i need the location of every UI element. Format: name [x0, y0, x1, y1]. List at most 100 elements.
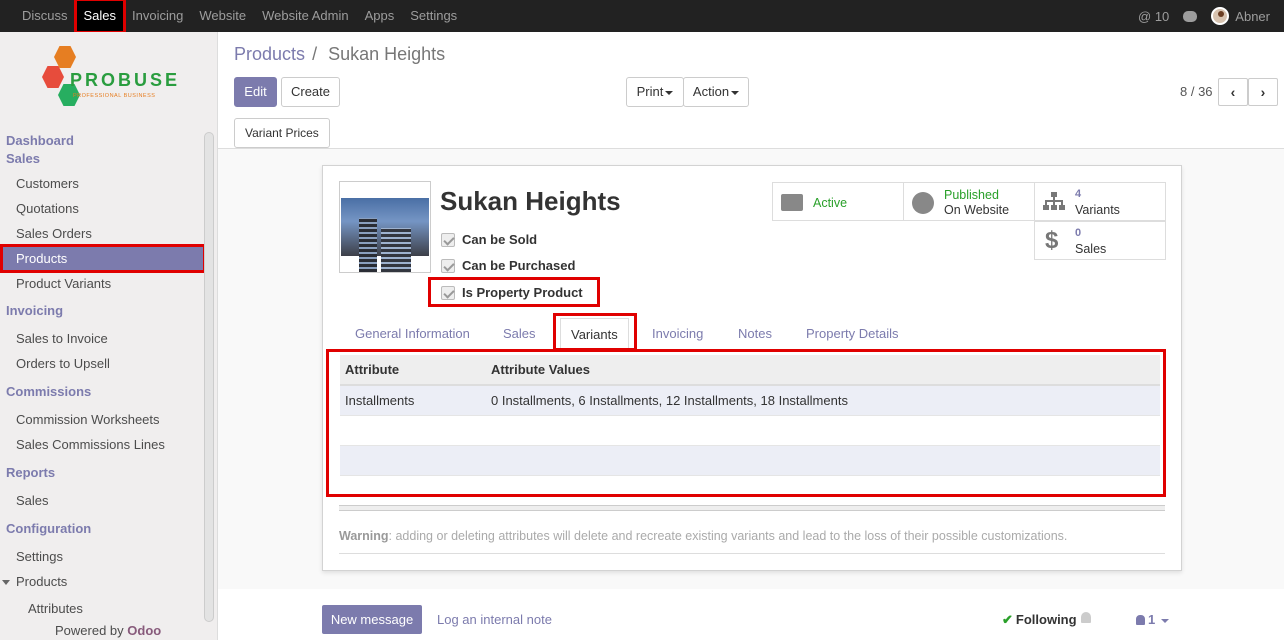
create-button[interactable]: Create — [281, 77, 340, 107]
tab-invoicing[interactable]: Invoicing — [652, 318, 703, 350]
tab-general-information[interactable]: General Information — [355, 318, 470, 350]
table-footer-divider — [339, 505, 1165, 511]
menu-sales[interactable]: Sales — [73, 0, 127, 34]
highlight-variants-tab — [553, 313, 637, 351]
warning-text: : adding or deleting attributes will del… — [388, 529, 1068, 543]
new-message-button[interactable]: New message — [322, 605, 422, 634]
sales-smart-button[interactable]: $ 0 Sales — [1034, 221, 1166, 260]
sidebar-item-products[interactable]: Products — [0, 244, 206, 273]
sidebar-item-label: Products — [16, 574, 68, 589]
systray: @ 10 Abner — [1138, 0, 1284, 32]
can-be-purchased-checkbox[interactable]: Can be Purchased — [441, 258, 575, 273]
action-label: Action — [692, 84, 730, 99]
following-button[interactable]: ✔ Following — [1002, 612, 1077, 628]
product-name: Sukan Heights — [440, 186, 621, 216]
chat-icon[interactable] — [1183, 10, 1198, 22]
warning-label: Warning — [339, 529, 389, 543]
menu-settings[interactable]: Settings — [402, 0, 465, 32]
user-name: Abner — [1235, 8, 1270, 24]
odoo-link[interactable]: Odoo — [127, 623, 161, 638]
sidebar-item-customers[interactable]: Customers — [0, 171, 204, 196]
menu-website-admin[interactable]: Website Admin — [254, 0, 356, 32]
tab-property-details[interactable]: Property Details — [806, 318, 898, 350]
sidebar-item-quotations[interactable]: Quotations — [0, 196, 204, 221]
breadcrumb-parent[interactable]: Products — [234, 44, 305, 64]
sidebar-section-reports[interactable]: Reports — [0, 457, 204, 488]
log-note-link[interactable]: Log an internal note — [437, 612, 552, 627]
user-icon — [1136, 615, 1145, 625]
following-label: Following — [1015, 612, 1077, 627]
action-dropdown[interactable]: Action — [683, 77, 749, 107]
check-icon: ✔ — [1002, 612, 1013, 627]
form-statusbar: Variant Prices — [218, 116, 1284, 149]
variants-button[interactable]: 4 Variants — [1034, 182, 1166, 221]
checkbox-label: Can be Sold — [462, 232, 538, 247]
mentions-counter[interactable]: @ 10 — [1138, 9, 1169, 24]
active-toggle-button[interactable]: Active — [772, 182, 904, 221]
highlight-attribute-table — [326, 349, 1166, 497]
sidebar-section-sales[interactable]: Sales — [0, 150, 204, 168]
top-navbar: Discuss Sales Invoicing Website Website … — [0, 0, 1284, 34]
variant-prices-button[interactable]: Variant Prices — [234, 118, 330, 148]
product-image[interactable] — [339, 181, 431, 273]
can-be-sold-checkbox[interactable]: Can be Sold — [441, 232, 537, 247]
highlight-property-product — [428, 277, 600, 307]
sitemap-icon — [1043, 192, 1065, 212]
sidebar-section-invoicing[interactable]: Invoicing — [0, 296, 204, 326]
company-logo[interactable]: PROBUSE PROFESSIONAL BUSINESS — [42, 44, 182, 124]
sidebar-section-configuration[interactable]: Configuration — [0, 513, 204, 544]
edit-button[interactable]: Edit — [234, 77, 277, 107]
followers-count: 1 — [1148, 612, 1156, 627]
sidebar-item-sales-orders[interactable]: Sales Orders — [0, 221, 204, 246]
variants-warning: Warning: adding or deleting attributes w… — [339, 529, 1165, 554]
sidebar-item-settings[interactable]: Settings — [0, 544, 204, 569]
sidebar-item-sales-commissions-lines[interactable]: Sales Commissions Lines — [0, 432, 204, 457]
menu-apps[interactable]: Apps — [357, 0, 403, 32]
building-left — [359, 218, 377, 272]
variants-count: 4 — [1075, 188, 1082, 200]
user-menu[interactable]: Abner — [1211, 7, 1270, 25]
variants-label: Variants — [1075, 203, 1120, 217]
published-label: Published — [944, 188, 999, 202]
caret-down-icon — [731, 90, 740, 95]
app-menu: Discuss Sales Invoicing Website Website … — [14, 0, 465, 34]
menu-invoicing[interactable]: Invoicing — [124, 0, 191, 32]
caret-down-icon — [2, 580, 10, 585]
pager-previous-button[interactable]: ‹ — [1218, 78, 1248, 106]
sidebar-item-attributes[interactable]: Attributes — [0, 596, 204, 621]
logo-hex-red — [42, 66, 64, 88]
powered-by: Powered by Odoo — [55, 623, 161, 638]
sidebar-item-commission-worksheets[interactable]: Commission Worksheets — [0, 407, 204, 432]
building-photo — [341, 198, 429, 272]
breadcrumb-current: Sukan Heights — [328, 44, 446, 64]
sidebar-item-config-products[interactable]: Products — [0, 569, 204, 594]
caret-down-icon — [1161, 618, 1170, 623]
website-published-button[interactable]: Published On Website — [903, 182, 1035, 221]
sidebar-item-reports-sales[interactable]: Sales — [0, 488, 204, 513]
breadcrumb-separator: / — [312, 44, 318, 64]
tab-notes[interactable]: Notes — [738, 318, 772, 350]
sidebar-item-sales-to-invoice[interactable]: Sales to Invoice — [0, 326, 204, 351]
print-dropdown[interactable]: Print — [626, 77, 684, 107]
pager-value[interactable]: 8 / 36 — [1180, 84, 1213, 99]
sidebar-section-dashboard[interactable]: Dashboard — [0, 132, 204, 150]
logo-tagline: PROFESSIONAL BUSINESS — [73, 93, 156, 99]
logo-brand: PROBUSE — [70, 70, 181, 90]
tab-sales[interactable]: Sales — [503, 318, 536, 350]
menu-discuss[interactable]: Discuss — [14, 0, 76, 32]
breadcrumb: Products / Sukan Heights — [234, 44, 445, 65]
print-label: Print — [636, 84, 664, 99]
sidebar-section-commissions[interactable]: Commissions — [0, 376, 204, 407]
sidebar-item-orders-to-upsell[interactable]: Orders to Upsell — [0, 351, 204, 376]
checkbox-checked-icon — [441, 258, 455, 273]
pager-next-button[interactable]: › — [1248, 78, 1278, 106]
followers-dropdown[interactable]: 1 — [1136, 612, 1170, 627]
sidebar-scrollbar[interactable] — [204, 132, 214, 622]
menu-website[interactable]: Website — [191, 0, 254, 32]
checkbox-checked-icon — [441, 232, 455, 247]
sidebar: PROBUSE PROFESSIONAL BUSINESS Dashboard … — [0, 32, 218, 640]
active-label: Active — [813, 196, 848, 210]
bell-icon[interactable] — [1081, 612, 1091, 623]
sidebar-item-product-variants[interactable]: Product Variants — [0, 271, 204, 296]
globe-icon — [912, 192, 934, 214]
